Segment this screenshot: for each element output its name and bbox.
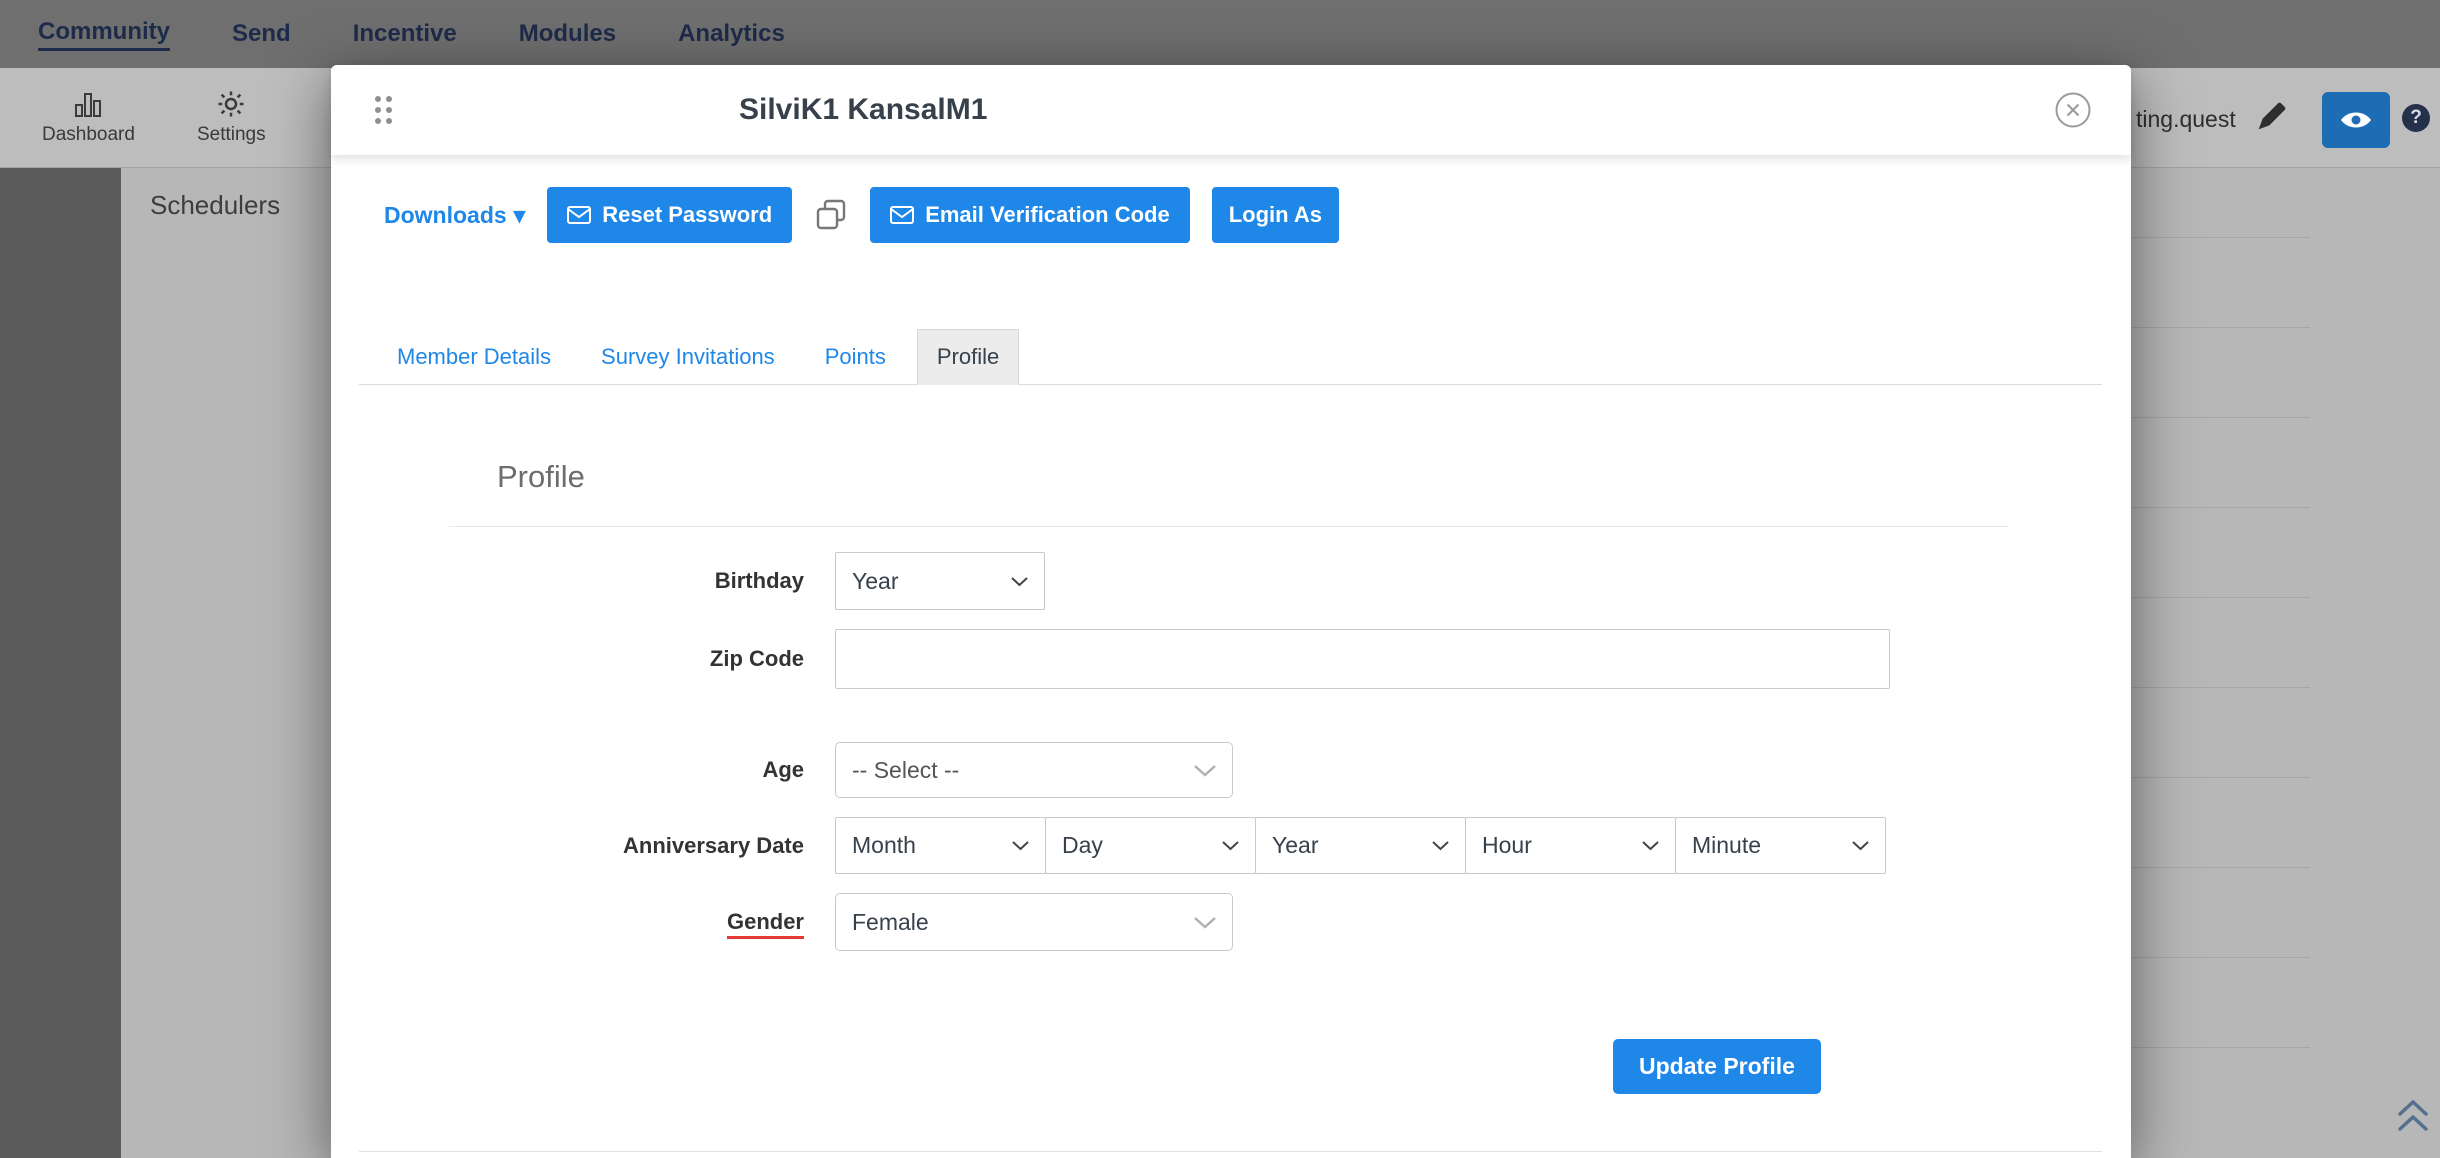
chevron-down-icon [1011,576,1028,587]
birthday-label: Birthday [331,568,804,594]
dashboard-button[interactable]: Dashboard [42,89,135,146]
anniversary-date-label: Anniversary Date [331,833,804,859]
tab-profile[interactable]: Profile [917,329,1019,385]
tab-member-details[interactable]: Member Details [378,329,570,384]
edit-pencil-icon[interactable] [2256,100,2288,132]
scroll-top-double-chevron-icon[interactable] [2396,1098,2430,1134]
settings-label: Settings [197,124,266,146]
copy-icon[interactable] [814,198,848,232]
dashboard-label: Dashboard [42,124,135,146]
modal-tabs: Member Details Survey Invitations Points… [359,329,2102,385]
close-icon[interactable] [2053,90,2093,130]
table-row [2100,417,2310,418]
downloads-label: Downloads [384,202,507,229]
anniversary-year-value: Year [1272,832,1318,859]
top-nav-bar: Community Send Incentive Modules Analyti… [0,0,2440,68]
age-value: -- Select -- [852,757,959,784]
table-row [2100,1047,2310,1048]
anniversary-year-select[interactable]: Year [1255,817,1466,874]
table-row [2100,957,2310,958]
modal-header: SilviK1 KansalM1 [331,65,2131,155]
gender-label: Gender [331,909,804,935]
anniversary-hour-value: Hour [1482,832,1532,859]
screen: Community Send Incentive Modules Analyti… [0,0,2440,1158]
email-verification-code-button[interactable]: Email Verification Code [870,187,1190,243]
table-row [2100,777,2310,778]
age-select[interactable]: -- Select -- [835,742,1233,798]
anniversary-month-value: Month [852,832,916,859]
update-profile-label: Update Profile [1639,1053,1795,1080]
zip-code-label: Zip Code [331,646,804,672]
member-profile-modal: SilviK1 KansalM1 Downloads ▾ Reset P [331,65,2131,1158]
sidebar-item-schedulers[interactable]: Schedulers [150,190,280,221]
gender-select[interactable]: Female [835,893,1233,951]
domain-text: ting.quest [2136,106,2236,133]
modal-footer-divider [359,1151,2102,1152]
anniversary-minute-select[interactable]: Minute [1675,817,1886,874]
chevron-down-icon [1222,840,1239,851]
bar-chart-icon [73,89,103,119]
anniversary-day-select[interactable]: Day [1045,817,1256,874]
help-label: ? [2410,107,2422,129]
table-row [2100,867,2310,868]
gear-icon [216,89,246,119]
zip-code-input[interactable] [835,629,1890,689]
birthday-year-select[interactable]: Year [835,552,1045,610]
login-as-label: Login As [1229,202,1322,228]
birthday-year-value: Year [852,568,898,595]
chevron-down-icon [1432,840,1449,851]
gender-value: Female [852,909,929,936]
help-button[interactable]: ? [2402,104,2430,132]
anniversary-row: Anniversary Date Month Day Year Hour [331,817,2131,874]
table-row [2100,687,2310,688]
chevron-down-icon [1852,840,1869,851]
modal-actions-row: Downloads ▾ Reset Password [384,187,1339,243]
chevron-down-icon [1642,840,1659,851]
chevron-down-icon [1194,916,1216,929]
downloads-dropdown[interactable]: Downloads ▾ [384,202,525,229]
chevron-down-icon [1012,840,1029,851]
tab-survey-invitations[interactable]: Survey Invitations [582,329,794,384]
table-row [2100,507,2310,508]
profile-section-heading: Profile [497,459,585,495]
chevron-down-icon [1194,764,1216,777]
anniversary-month-select[interactable]: Month [835,817,1046,874]
anniversary-hour-select[interactable]: Hour [1465,817,1676,874]
table-row [2100,327,2310,328]
email-verification-label: Email Verification Code [925,202,1170,228]
left-sidebar [0,168,121,1158]
nav-item-modules[interactable]: Modules [519,20,616,48]
zip-row: Zip Code [331,629,2131,689]
nav-item-incentive[interactable]: Incentive [353,20,457,48]
table-row [2100,237,2310,238]
nav-item-community[interactable]: Community [38,18,170,51]
caret-down-icon: ▾ [514,202,526,229]
login-as-button[interactable]: Login As [1212,187,1339,243]
gender-label-text: Gender [727,909,804,939]
gender-row: Gender Female [331,893,2131,951]
nav-item-analytics[interactable]: Analytics [678,20,785,48]
birthday-row: Birthday Year [331,552,2131,610]
nav-item-send[interactable]: Send [232,20,291,48]
anniversary-minute-value: Minute [1692,832,1761,859]
section-divider [449,526,2009,527]
tab-points[interactable]: Points [806,329,905,384]
reset-password-button[interactable]: Reset Password [547,187,792,243]
reset-password-label: Reset Password [602,202,772,228]
preview-eye-button[interactable] [2322,92,2390,148]
eye-icon [2340,109,2372,131]
age-label: Age [331,757,804,783]
modal-title: SilviK1 KansalM1 [739,65,987,155]
envelope-icon [567,206,591,224]
update-profile-button[interactable]: Update Profile [1613,1039,1821,1094]
settings-button[interactable]: Settings [197,89,266,146]
envelope-icon [890,206,914,224]
drag-handle-icon[interactable] [375,96,392,124]
table-row [2100,597,2310,598]
anniversary-day-value: Day [1062,832,1103,859]
age-row: Age -- Select -- [331,742,2131,798]
